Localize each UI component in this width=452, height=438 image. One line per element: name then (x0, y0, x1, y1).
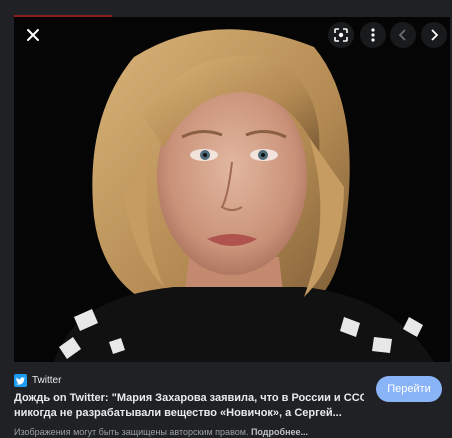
lens-icon (334, 28, 348, 42)
preview-image[interactable] (14, 17, 450, 362)
copyright-text: Изображения могут быть защищены авторски… (14, 427, 251, 437)
chevron-left-icon (398, 29, 406, 41)
title-line-2: никогда не разрабатывали вещество «Нович… (14, 407, 342, 419)
more-options-button[interactable] (360, 22, 386, 48)
portrait-photo (14, 17, 450, 362)
image-viewer-panel: Twitter Дождь on Twitter: "Мария Захаров… (0, 0, 452, 438)
source-link[interactable]: Twitter (14, 374, 61, 387)
copyright-notice: Изображения могут быть защищены авторски… (14, 427, 308, 437)
twitter-bird-icon (14, 374, 27, 387)
close-icon (27, 29, 39, 41)
more-vertical-icon (371, 28, 375, 42)
google-lens-button[interactable] (328, 22, 354, 48)
result-details: Twitter Дождь on Twitter: "Мария Захаров… (14, 362, 450, 438)
visit-button[interactable]: Перейти (376, 376, 442, 402)
next-image-button[interactable] (421, 22, 447, 48)
chevron-right-icon (431, 29, 439, 41)
result-title[interactable]: Дождь on Twitter: "Мария Захарова заявил… (14, 391, 364, 421)
learn-more-link[interactable]: Подробнее... (251, 427, 308, 437)
title-line-1: Дождь on Twitter: "Мария Захарова заявил… (14, 392, 364, 404)
close-button[interactable] (20, 22, 46, 48)
source-name: Twitter (32, 375, 62, 386)
previous-image-button[interactable] (390, 22, 416, 48)
